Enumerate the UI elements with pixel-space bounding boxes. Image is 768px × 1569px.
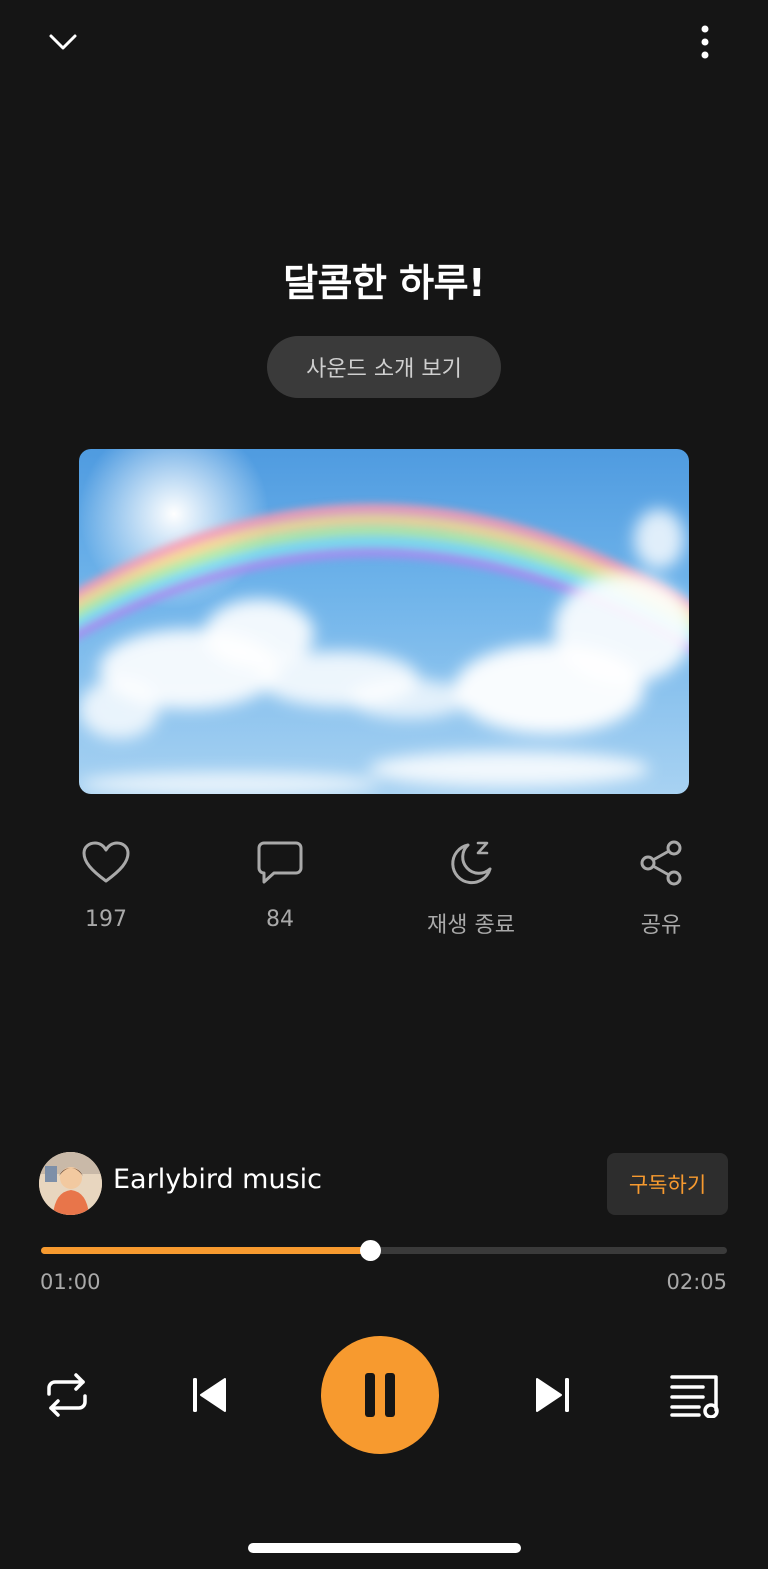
total-duration: 02:05	[666, 1270, 727, 1294]
playlist-button[interactable]	[666, 1366, 726, 1424]
pause-icon	[365, 1373, 395, 1417]
share-icon	[633, 835, 689, 891]
sound-intro-button[interactable]: 사운드 소개 보기	[267, 336, 501, 398]
like-count: 197	[85, 907, 127, 932]
chevron-down-icon	[49, 34, 77, 50]
repeat-icon	[47, 1373, 87, 1417]
elapsed-time: 01:00	[40, 1270, 101, 1294]
moon-sleep-icon	[443, 835, 499, 891]
share-label: 공유	[640, 913, 682, 938]
avatar[interactable]	[39, 1152, 102, 1215]
comment-icon	[252, 835, 308, 891]
subscribe-button[interactable]: 구독하기	[607, 1153, 728, 1215]
skip-next-icon	[536, 1378, 569, 1412]
sleep-timer-button[interactable]: 재생 종료	[401, 835, 541, 939]
like-button[interactable]: 197	[36, 835, 176, 932]
more-vertical-icon	[701, 25, 709, 59]
album-artwork	[79, 449, 689, 794]
more-options-button[interactable]	[681, 18, 729, 66]
rainbow-sky-image	[79, 449, 689, 794]
home-indicator[interactable]	[248, 1543, 521, 1553]
channel-name[interactable]: Earlybird music	[113, 1164, 322, 1195]
collapse-button[interactable]	[39, 18, 87, 66]
comment-count: 84	[266, 907, 294, 932]
progress-bar[interactable]	[41, 1240, 727, 1261]
progress-handle[interactable]	[360, 1240, 382, 1261]
sleep-timer-label: 재생 종료	[427, 913, 515, 938]
skip-previous-icon	[193, 1378, 226, 1412]
heart-icon	[78, 835, 134, 891]
previous-button[interactable]	[180, 1366, 238, 1424]
repeat-button[interactable]	[38, 1366, 96, 1424]
pause-button[interactable]	[321, 1336, 439, 1454]
comment-button[interactable]: 84	[210, 835, 350, 932]
playlist-icon	[670, 1375, 719, 1418]
track-title: 달콤한 하루!	[283, 261, 485, 305]
progress-fill	[41, 1247, 371, 1254]
share-button[interactable]: 공유	[591, 835, 731, 939]
next-button[interactable]	[524, 1366, 582, 1424]
